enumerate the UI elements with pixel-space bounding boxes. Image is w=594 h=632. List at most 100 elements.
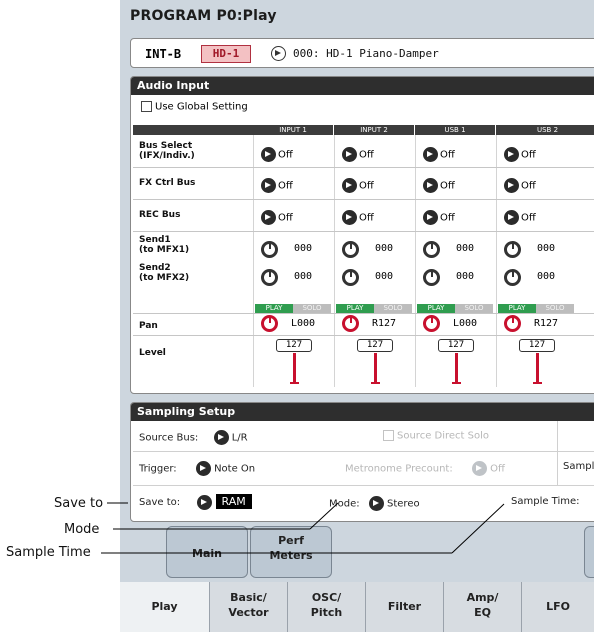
sample-label-cut: Sample	[563, 461, 594, 472]
use-global-setting-row[interactable]: Use Global Setting	[141, 101, 248, 113]
level-slider-input1[interactable]: 127	[276, 339, 312, 352]
metronome-precount-popup-icon[interactable]	[471, 461, 487, 476]
play-solo-usb1: PLAY SOLO	[417, 304, 493, 313]
popup-arrow-icon[interactable]	[261, 147, 276, 162]
rec-bus-value: Off	[359, 212, 374, 224]
rec-bus-input2[interactable]: Off	[342, 210, 374, 225]
tab-perf-meters-label: Perf Meters	[269, 534, 313, 562]
trigger-popup-icon[interactable]	[195, 461, 211, 476]
metronome-precount-value[interactable]: Off	[490, 464, 505, 475]
bottom-tab-bar: Play Basic/ Vector OSC/ Pitch Filter Amp…	[120, 582, 594, 632]
tab-basic-vector[interactable]: Basic/ Vector	[210, 582, 288, 632]
tab-osc-pitch[interactable]: OSC/ Pitch	[288, 582, 366, 632]
play-button[interactable]: PLAY	[255, 304, 293, 313]
metronome-precount-label: Metronome Precount:	[345, 463, 453, 475]
play-solo-usb2: PLAY SOLO	[498, 304, 574, 313]
source-bus-popup-icon[interactable]	[213, 430, 229, 445]
popup-arrow-icon[interactable]	[504, 210, 519, 225]
play-button[interactable]: PLAY	[498, 304, 536, 313]
tab-lfo[interactable]: LFO	[522, 582, 594, 632]
pan-knob-usb2[interactable]	[504, 315, 521, 332]
bus-select-usb2[interactable]: Off	[504, 147, 536, 162]
rec-bus-input1[interactable]: Off	[261, 210, 293, 225]
row-divider	[133, 231, 594, 232]
tab-main[interactable]: Main	[166, 526, 248, 578]
tab-play[interactable]: Play	[120, 582, 210, 632]
level-fader-base	[452, 382, 461, 384]
tab-perf-meters[interactable]: Perf Meters	[250, 526, 332, 578]
fx-ctrl-bus-usb2[interactable]: Off	[504, 178, 536, 193]
send1-knob-input2[interactable]	[342, 241, 359, 258]
send2-value: 000	[456, 271, 475, 282]
popup-arrow-icon[interactable]	[423, 178, 438, 193]
sampling-setup-header: Sampling Setup	[131, 403, 594, 421]
send2-knob-usb1[interactable]	[423, 269, 440, 286]
level-slider-input2[interactable]: 127	[357, 339, 393, 352]
trigger-value[interactable]: Note On	[214, 464, 255, 475]
send2-knob-usb2[interactable]	[504, 269, 521, 286]
callout-mode: Mode	[64, 522, 100, 537]
solo-button[interactable]: SOLO	[374, 304, 412, 313]
mode-value[interactable]: Stereo	[387, 499, 420, 510]
popup-arrow-icon[interactable]	[261, 210, 276, 225]
send2-knob-input2[interactable]	[342, 269, 359, 286]
column-header-input2: INPUT 2	[334, 125, 414, 135]
fx-ctrl-bus-input2[interactable]: Off	[342, 178, 374, 193]
tab-upper-partial[interactable]	[584, 526, 594, 578]
popup-arrow-icon[interactable]	[342, 210, 357, 225]
send1-knob-usb2[interactable]	[504, 241, 521, 258]
pan-knob-input2[interactable]	[342, 315, 359, 332]
bus-select-value: Off	[521, 149, 536, 161]
program-name[interactable]: 000: HD-1 Piano-Damper	[293, 47, 439, 60]
send2-value: 000	[294, 271, 313, 282]
solo-button[interactable]: SOLO	[536, 304, 574, 313]
save-to-value[interactable]: RAM	[215, 494, 252, 509]
pan-knob-usb1[interactable]	[423, 315, 440, 332]
save-to-popup-icon[interactable]	[197, 494, 213, 510]
tab-filter[interactable]: Filter	[366, 582, 444, 632]
callout-sample-time: Sample Time	[6, 545, 91, 560]
popup-arrow-icon[interactable]	[261, 178, 276, 193]
solo-button[interactable]: SOLO	[455, 304, 493, 313]
send1-value: 000	[456, 243, 475, 254]
hd-badge: HD-1	[201, 45, 251, 63]
use-global-checkbox[interactable]	[141, 101, 152, 112]
source-bus-row: Source Bus: L/R	[139, 430, 248, 445]
send1-value: 000	[375, 243, 394, 254]
source-bus-value[interactable]: L/R	[232, 433, 248, 444]
solo-button[interactable]: SOLO	[293, 304, 331, 313]
level-slider-usb1[interactable]: 127	[438, 339, 474, 352]
bus-select-input1[interactable]: Off	[261, 147, 293, 162]
popup-arrow-icon[interactable]	[423, 210, 438, 225]
rec-bus-usb1[interactable]: Off	[423, 210, 455, 225]
popup-arrow-icon[interactable]	[423, 147, 438, 162]
send1-knob-input1[interactable]	[261, 241, 278, 258]
tab-amp-eq[interactable]: Amp/ EQ	[444, 582, 522, 632]
source-direct-solo[interactable]: Source Direct Solo	[383, 430, 489, 442]
popup-arrow-icon[interactable]	[504, 147, 519, 162]
program-select-button[interactable]	[271, 46, 286, 61]
play-button[interactable]: PLAY	[336, 304, 374, 313]
popup-arrow-icon[interactable]	[342, 147, 357, 162]
popup-arrow-icon[interactable]	[342, 178, 357, 193]
trigger-label: Trigger:	[139, 463, 177, 475]
fx-ctrl-bus-input1[interactable]: Off	[261, 178, 293, 193]
bus-select-input2[interactable]: Off	[342, 147, 374, 162]
level-slider-usb2[interactable]: 127	[519, 339, 555, 352]
pan-knob-input1[interactable]	[261, 315, 278, 332]
tab-basic-vector-label: Basic/ Vector	[228, 591, 269, 619]
column-divider	[253, 135, 254, 387]
fx-ctrl-bus-usb1[interactable]: Off	[423, 178, 455, 193]
bus-select-usb1[interactable]: Off	[423, 147, 455, 162]
play-solo-input1: PLAY SOLO	[255, 304, 331, 313]
send2-knob-input1[interactable]	[261, 269, 278, 286]
audio-input-header: Audio Input	[131, 77, 594, 95]
rec-bus-usb2[interactable]: Off	[504, 210, 536, 225]
mode-popup-icon[interactable]	[368, 496, 384, 511]
source-direct-solo-checkbox[interactable]	[383, 430, 394, 441]
bank-label: INT-B	[145, 47, 182, 61]
play-button[interactable]: PLAY	[417, 304, 455, 313]
popup-arrow-icon[interactable]	[504, 178, 519, 193]
bus-select-value: Off	[278, 149, 293, 161]
send1-knob-usb1[interactable]	[423, 241, 440, 258]
